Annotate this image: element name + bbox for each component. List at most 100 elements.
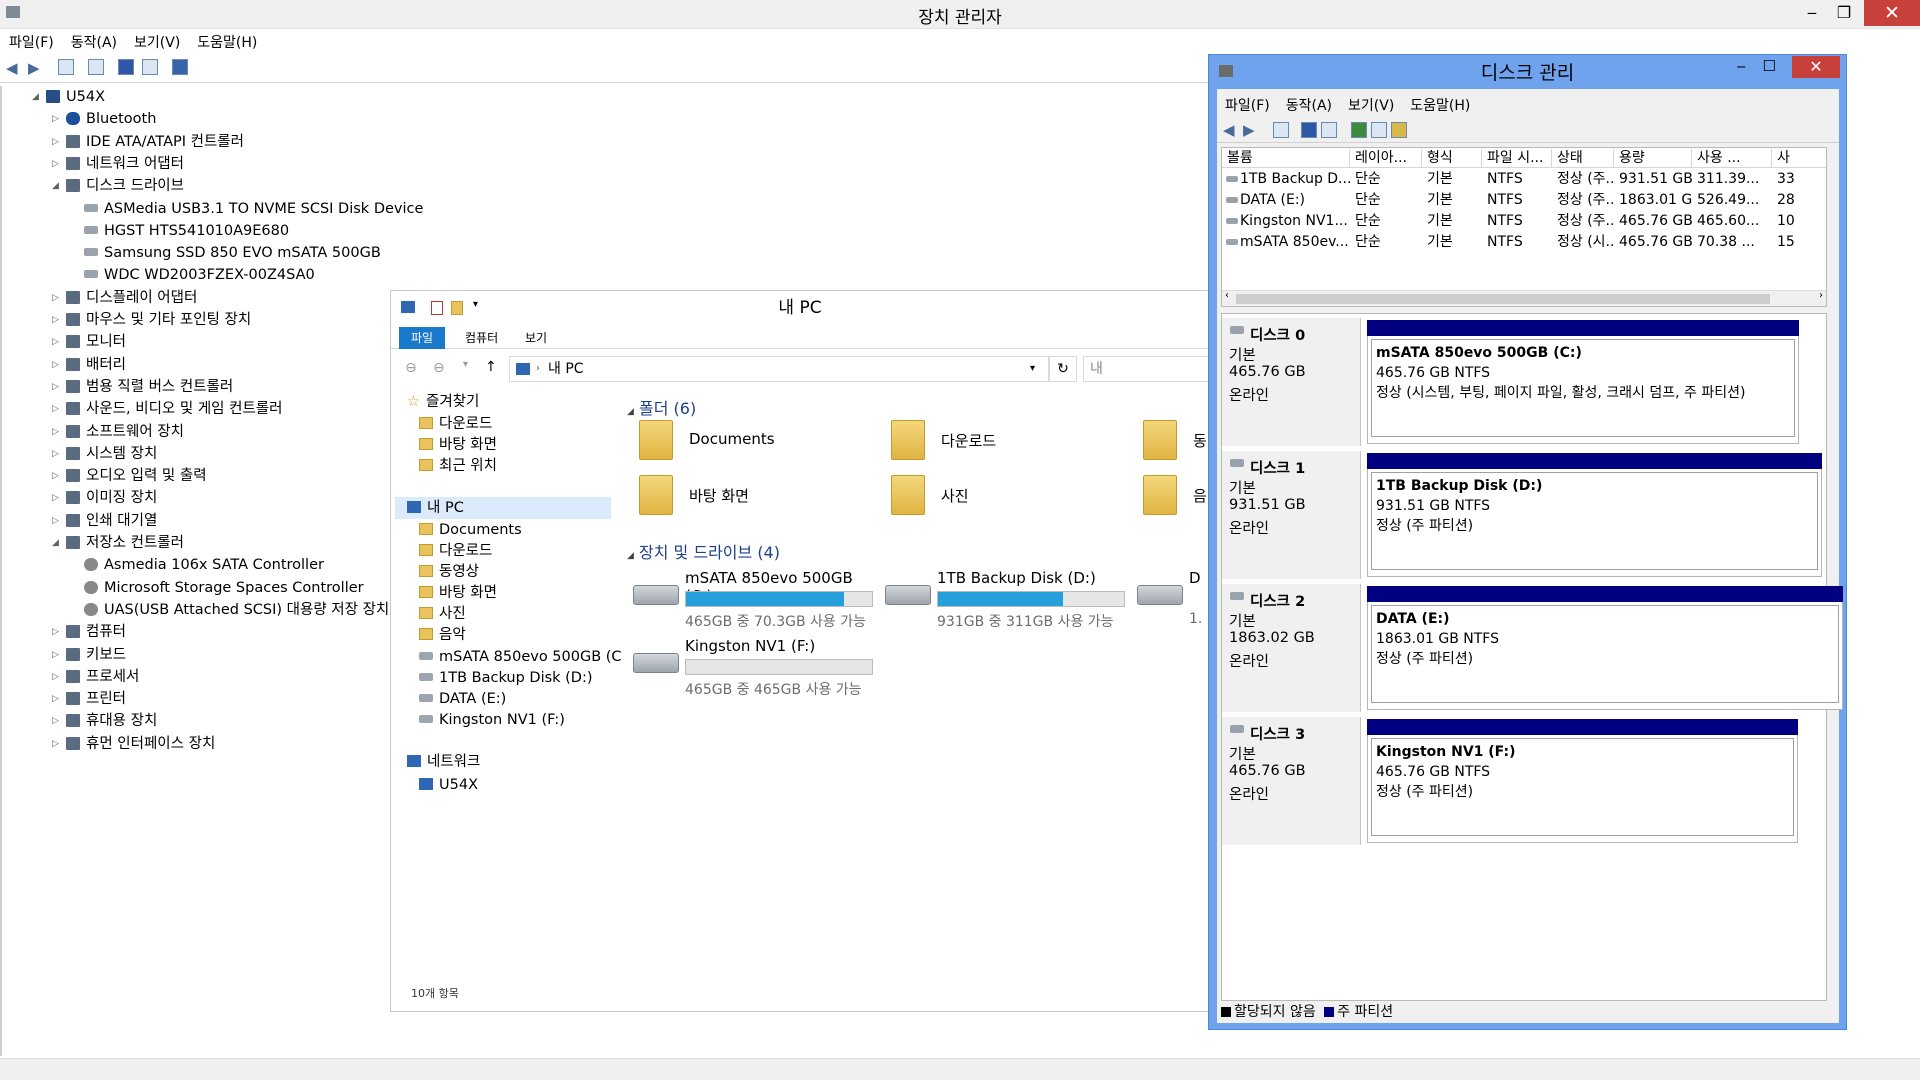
expand-toggle-icon[interactable]: ▷	[52, 644, 59, 666]
properties-icon[interactable]	[58, 59, 74, 75]
partition-box[interactable]: DATA (E:) 1863.01 GB NTFS 정상 (주 파티션)	[1367, 586, 1843, 710]
menu-file[interactable]: 파일(F)	[0, 29, 62, 52]
volume-row[interactable]: mSATA 850ev... 단순 기본 NTFS 정상 (시... 465.76 GB 7…	[1222, 232, 1826, 253]
help-icon[interactable]	[1301, 122, 1317, 138]
address-dropdown-icon[interactable]: ▾	[1030, 357, 1035, 381]
nav-item[interactable]: 다운로드	[419, 540, 492, 562]
partition-box[interactable]: Kingston NV1 (F:) 465.76 GB NTFS 정상 (주 파티션…	[1367, 719, 1798, 843]
partition-box[interactable]: mSATA 850evo 500GB (C:) 465.76 GB NTFS 정상 …	[1367, 320, 1799, 444]
tree-item[interactable]: ▷ 휴대용 장치	[52, 710, 157, 732]
maximize-button[interactable]: ❐	[1824, 0, 1864, 26]
properties-icon[interactable]	[1273, 122, 1289, 138]
tree-item[interactable]: ASMedia USB3.1 TO NVME SCSI Disk Device	[84, 198, 423, 220]
expand-toggle-icon[interactable]: ▷	[52, 465, 59, 487]
tree-item[interactable]: ▷ 컴퓨터	[52, 621, 126, 643]
tab-view[interactable]: 보기	[513, 327, 559, 349]
drives-section-header[interactable]: ◢ 장치 및 드라이브 (4)	[627, 539, 780, 563]
expand-toggle-icon[interactable]: ◢	[52, 532, 59, 554]
folders-section-header[interactable]: ◢ 폴더 (6)	[627, 395, 696, 419]
address-bar[interactable]: › 내 PC ▾	[509, 356, 1049, 382]
forward-arrow-icon[interactable]: ▶	[28, 59, 40, 77]
expand-toggle-icon[interactable]: ▷	[52, 733, 59, 755]
column-header[interactable]: 레이아...	[1350, 149, 1422, 167]
history-chevron-icon[interactable]: ▾	[463, 359, 468, 370]
nav-item[interactable]: 바탕 화면	[419, 434, 497, 456]
tree-item[interactable]: HGST HTS541010A9E680	[84, 220, 289, 242]
drive-item[interactable]: Kingston NV1 (F:) 465GB 중 465GB 사용 가능	[633, 637, 873, 698]
nav-item[interactable]: mSATA 850evo 500GB (C	[419, 646, 622, 668]
tree-item[interactable]: WDC WD2003FZEX-00Z4SA0	[84, 264, 315, 286]
tree-item[interactable]: ▷ 모니터	[52, 331, 126, 353]
nav-item[interactable]: Kingston NV1 (F:)	[419, 709, 565, 731]
tab-file[interactable]: 파일	[399, 327, 446, 349]
expand-toggle-icon[interactable]: ▷	[52, 309, 59, 331]
tree-item[interactable]: ◢ 디스크 드라이브	[52, 175, 184, 197]
expand-toggle-icon[interactable]: ▷	[52, 331, 59, 353]
tree-item[interactable]: ▷ 휴먼 인터페이스 장치	[52, 733, 215, 755]
tab-computer[interactable]: 컴퓨터	[453, 327, 510, 349]
nav-item[interactable]: DATA (E:)	[419, 688, 506, 710]
partition-box[interactable]: 1TB Backup Disk (D:) 931.51 GB NTFS 정상 (주 …	[1367, 453, 1822, 577]
expand-toggle-icon[interactable]: ▷	[52, 376, 59, 398]
forward-button[interactable]: ⊖	[433, 360, 445, 376]
expand-toggle-icon[interactable]: ◢	[32, 86, 39, 108]
search-input[interactable]: 내	[1083, 356, 1209, 382]
expand-toggle-icon[interactable]: ◢	[52, 175, 59, 197]
column-header[interactable]: 사	[1772, 149, 1826, 167]
maximize-button[interactable]: ☐	[1763, 57, 1776, 75]
tree-item[interactable]: ▷ 소프트웨어 장치	[52, 421, 184, 443]
scroll-right-icon[interactable]: ›	[1819, 290, 1823, 301]
tree-item[interactable]: ▷ 마우스 및 기타 포인팅 장치	[52, 309, 251, 331]
drive-item[interactable]: D 1.	[1137, 569, 1209, 629]
scroll-left-icon[interactable]: ‹	[1225, 290, 1229, 301]
close-button[interactable]: ✕	[1864, 0, 1920, 26]
refresh-button[interactable]: ↻	[1049, 356, 1077, 382]
tree-item[interactable]: ▷ 배터리	[52, 354, 126, 376]
tree-item[interactable]: ▷ 오디오 입력 및 출력	[52, 465, 207, 487]
back-arrow-icon[interactable]: ◀	[6, 59, 18, 77]
column-header[interactable]: 용량	[1614, 149, 1692, 167]
expand-toggle-icon[interactable]: ▷	[52, 443, 59, 465]
expand-toggle-icon[interactable]: ▷	[52, 153, 59, 175]
nav-item[interactable]: 내 PC	[395, 497, 611, 519]
tree-item[interactable]: ◢ 저장소 컨트롤러	[52, 532, 184, 554]
menu-action[interactable]: 동작(A)	[62, 29, 125, 52]
expand-toggle-icon[interactable]: ▷	[52, 666, 59, 688]
column-header[interactable]: 사용 ...	[1692, 149, 1772, 167]
tree-item[interactable]: ▷ 네트워크 어댑터	[52, 153, 184, 175]
nav-item[interactable]: U54X	[419, 774, 478, 796]
nav-item[interactable]: 음악	[419, 624, 466, 646]
nav-item[interactable]: 다운로드	[419, 413, 492, 435]
column-header[interactable]: 상태	[1552, 149, 1614, 167]
expand-toggle-icon[interactable]: ▷	[52, 398, 59, 420]
help-icon[interactable]	[118, 59, 134, 75]
menu-view[interactable]: 보기(V)	[1340, 93, 1402, 115]
column-header[interactable]: 볼륨	[1222, 149, 1350, 167]
tree-item[interactable]: ▷ 키보드	[52, 644, 126, 666]
tree-item[interactable]: ▷ 범용 직렬 버스 컨트롤러	[52, 376, 233, 398]
nav-item[interactable]: 1TB Backup Disk (D:)	[419, 667, 593, 689]
tree-item[interactable]: ▷ Bluetooth	[52, 108, 156, 130]
up-arrow-icon[interactable]: ↑	[485, 359, 497, 375]
nav-item[interactable]: 동영상	[419, 561, 479, 583]
minimize-button[interactable]: ‒	[1736, 57, 1746, 75]
expand-toggle-icon[interactable]: ▷	[52, 487, 59, 509]
tree-item[interactable]: ▷ 프린터	[52, 688, 126, 710]
tree-item[interactable]: ▷ IDE ATA/ATAPI 컨트롤러	[52, 131, 244, 153]
column-header[interactable]: 형식	[1422, 149, 1482, 167]
tree-item[interactable]: ▷ 이미징 장치	[52, 487, 157, 509]
scan-hardware-icon[interactable]	[172, 59, 188, 75]
expand-toggle-icon[interactable]: ▷	[52, 621, 59, 643]
list-view-icon[interactable]	[88, 59, 104, 75]
expand-toggle-icon[interactable]: ▷	[52, 287, 59, 309]
expand-toggle-icon[interactable]: ▷	[52, 688, 59, 710]
expand-toggle-icon[interactable]: ▷	[52, 421, 59, 443]
menu-view[interactable]: 보기(V)	[125, 29, 188, 52]
details-icon[interactable]	[1321, 122, 1337, 138]
expand-toggle-icon[interactable]: ▷	[52, 108, 59, 130]
nav-item[interactable]: 바탕 화면	[419, 582, 497, 604]
scroll-thumb[interactable]	[1236, 294, 1770, 304]
menu-help[interactable]: 도움말(H)	[1402, 93, 1478, 115]
nav-item[interactable]: 사진	[419, 603, 466, 625]
drive-item[interactable]: 1TB Backup Disk (D:) 931GB 중 311GB 사용 가능	[885, 569, 1125, 630]
